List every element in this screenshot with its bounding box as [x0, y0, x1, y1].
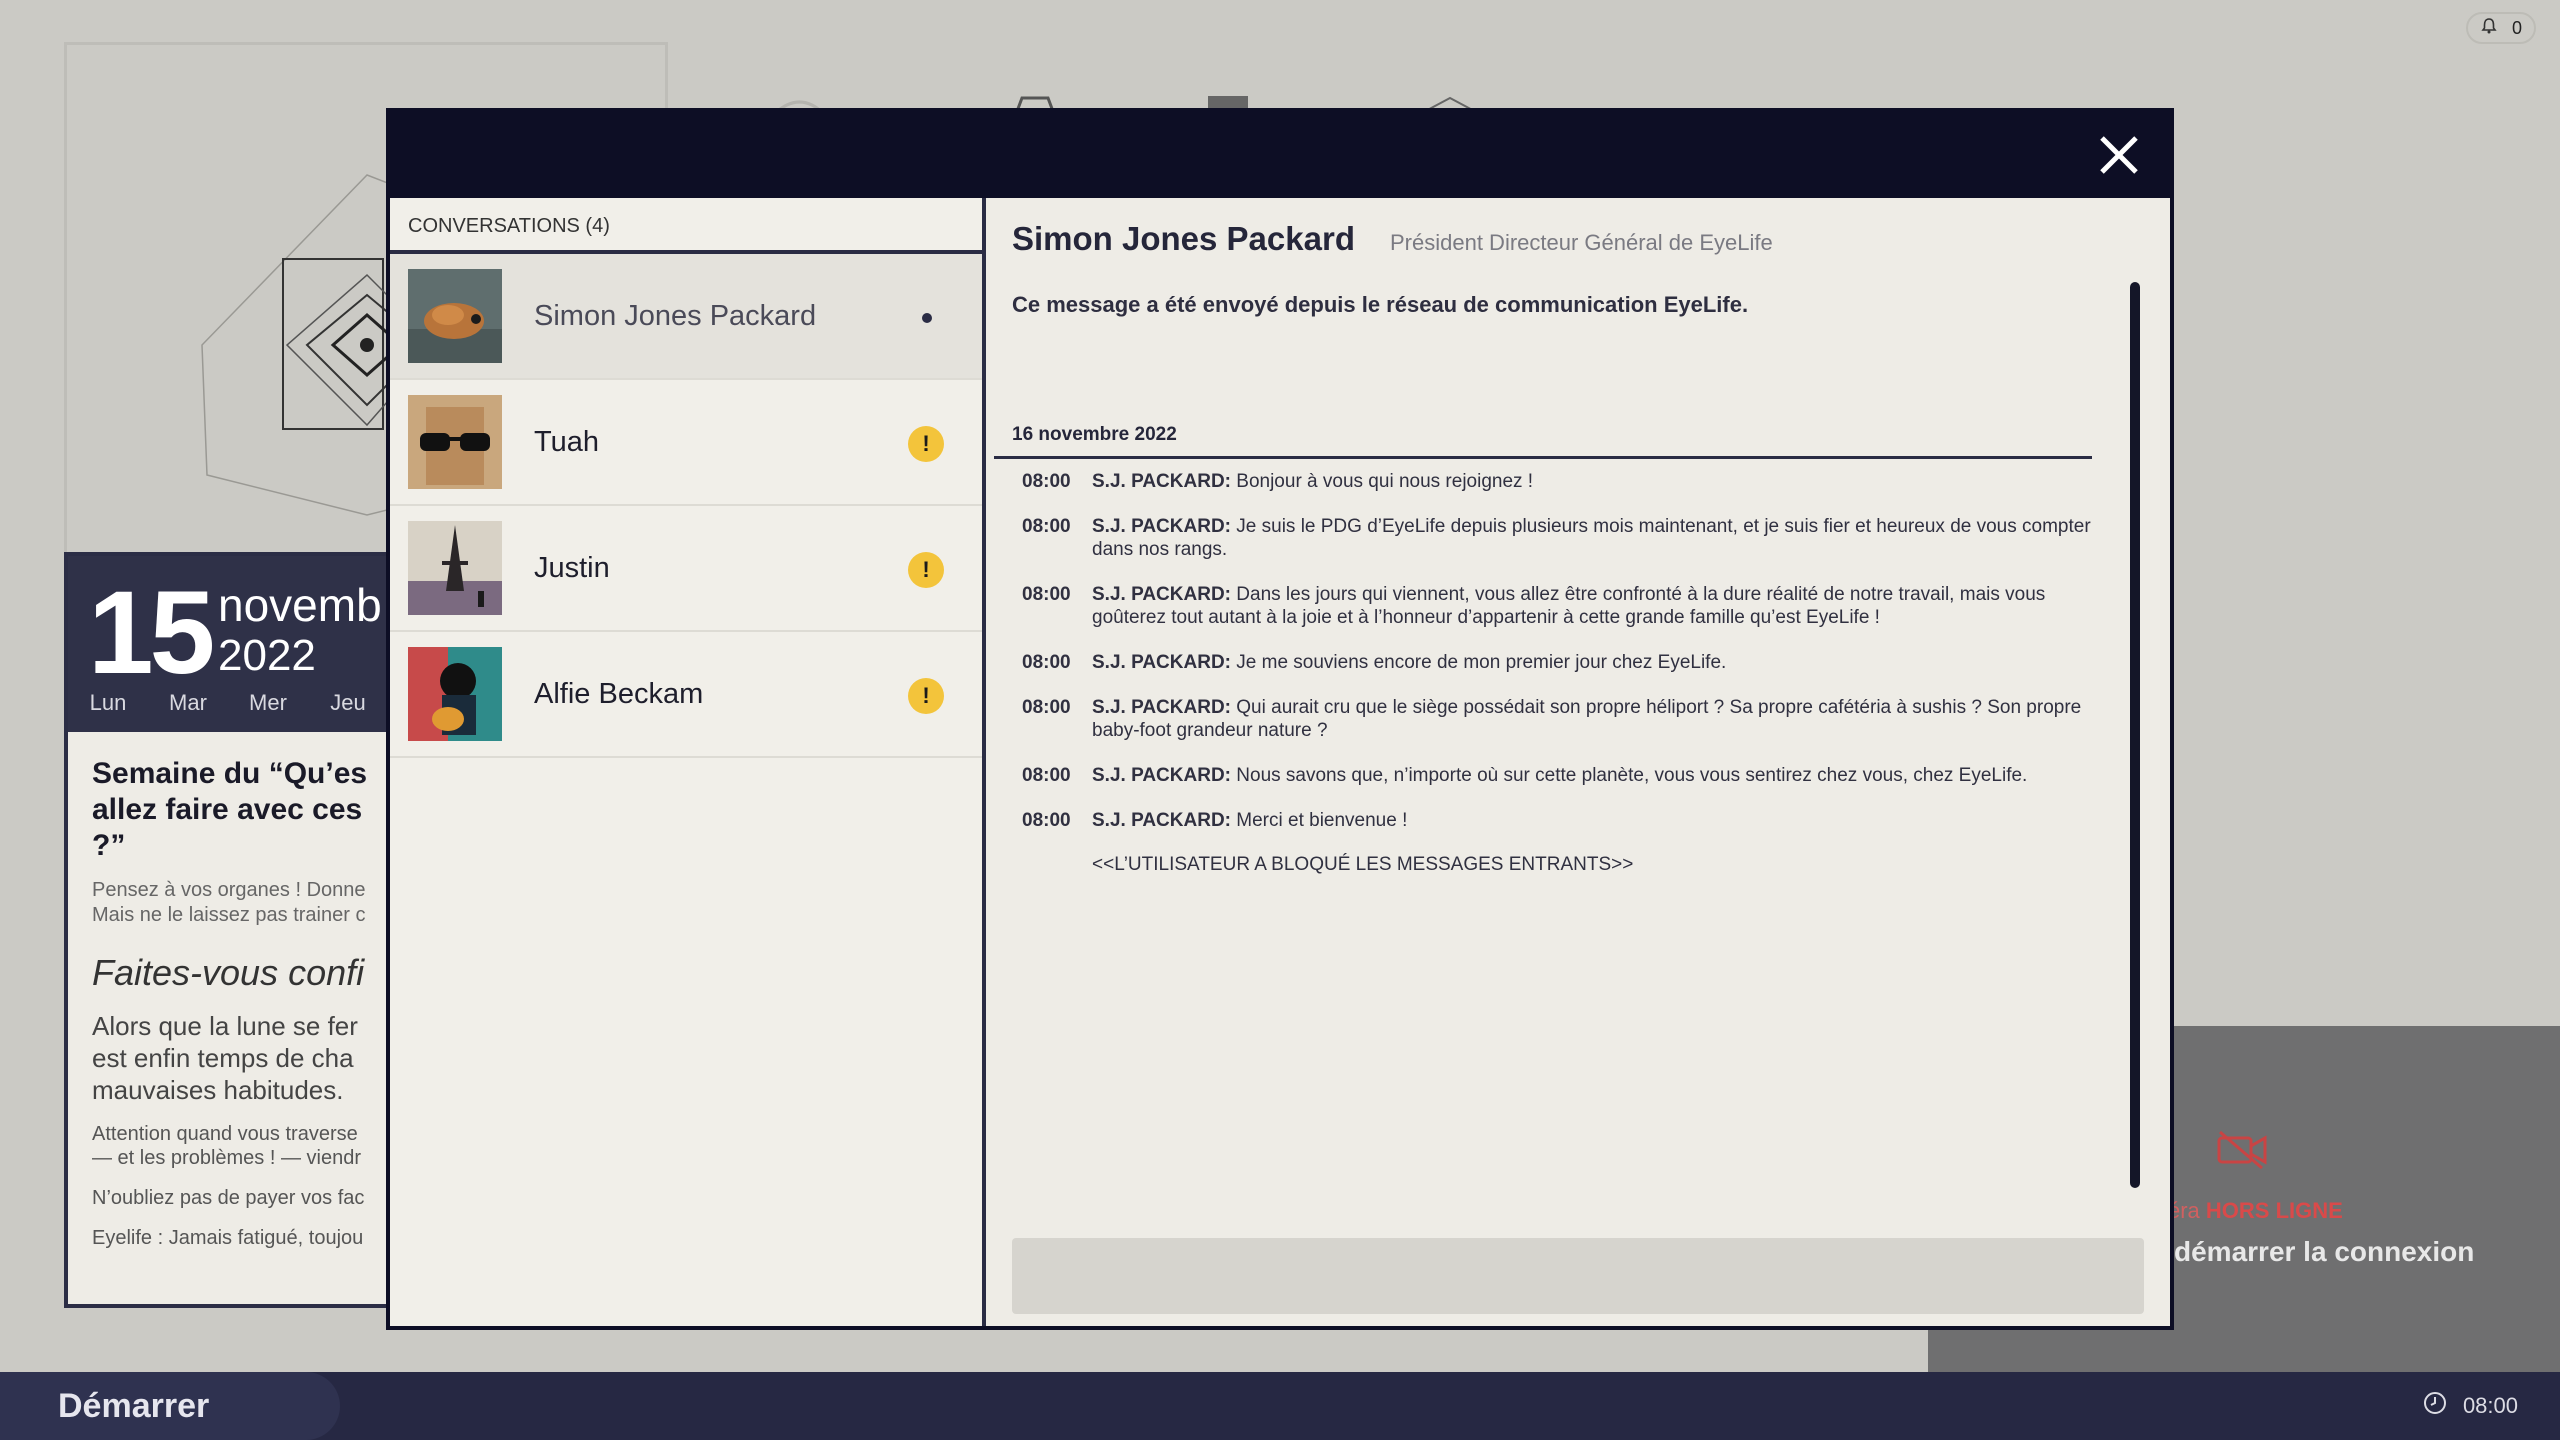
message-author: S.J. PACKARD:: [1092, 516, 1231, 537]
avatar: [408, 395, 502, 489]
message-time: 08:00: [1022, 765, 1071, 786]
message-time: 08:00: [1022, 584, 1071, 605]
conversation-item-justin[interactable]: Justin !: [390, 506, 982, 632]
conversation-list: CONVERSATIONS (4) Simon Jones Packard Tu…: [390, 198, 986, 1326]
calendar-weekdays: Lun Mar Mer Jeu: [68, 690, 388, 716]
message-time: 08:00: [1022, 516, 1071, 537]
message-time: 08:00: [1022, 810, 1071, 831]
conversation-name: Justin: [534, 551, 610, 584]
unread-alert-badge: !: [908, 678, 944, 714]
camera-status: éra HORS LIGNE: [2168, 1198, 2343, 1223]
chat-panel: Simon Jones Packard Président Directeur …: [990, 198, 2170, 1326]
conversation-list-header: CONVERSATIONS (4): [390, 198, 982, 254]
message-body: S.J. PACKARD: Bonjour à vous qui nous re…: [1092, 470, 2092, 493]
message-author: S.J. PACKARD:: [1092, 697, 1231, 718]
message: 08:00 S.J. PACKARD: Qui aurait cru que l…: [1022, 696, 2092, 742]
calendar-header: 15 novemb 2022 Lun Mar Mer Jeu: [68, 556, 400, 732]
contact-name: Simon Jones Packard: [1012, 220, 1355, 257]
contact-role: Président Directeur Général de EyeLife: [1390, 230, 1773, 255]
avatar: [408, 269, 502, 363]
message-text: Je suis le PDG d’EyeLife depuis plusieur…: [1092, 516, 2091, 560]
calendar-note: Attention quand vous traverse — et les p…: [92, 1123, 361, 1169]
taskbar-clock: 08:00: [2423, 1372, 2518, 1440]
close-icon: [2100, 136, 2138, 174]
calendar-paragraph: Alors que la lune se fer est enfin temps…: [92, 1011, 358, 1105]
network-note: Ce message a été envoyé depuis le réseau…: [1012, 292, 1749, 317]
close-button[interactable]: [2096, 132, 2142, 178]
clock-time: 08:00: [2462, 1393, 2518, 1418]
weekday: Lun: [89, 690, 127, 715]
notification-count: 0: [2511, 17, 2522, 38]
message: 08:00 S.J. PACKARD: Je me souviens encor…: [1022, 651, 2092, 674]
bell-icon: [2480, 17, 2498, 40]
conversation-item-tuah[interactable]: Tuah !: [390, 380, 982, 506]
calendar-content: Semaine du “Qu’es allez faire avec ces ?…: [68, 732, 400, 1274]
calendar-article-subtitle: Pensez à vos organes ! Donne Mais ne le …: [92, 879, 366, 926]
conversation-name: Simon Jones Packard: [534, 299, 817, 332]
start-connection-link[interactable]: démarrer la connexion: [2174, 1236, 2474, 1268]
date-separator: 16 novembre 2022: [1012, 424, 1177, 445]
messenger-window: CONVERSATIONS (4) Simon Jones Packard Tu…: [386, 108, 2174, 1330]
unread-alert-badge: !: [908, 552, 944, 588]
message: 08:00 S.J. PACKARD: Nous savons que, n’i…: [1022, 764, 2092, 787]
calendar-note: N’oubliez pas de payer vos fac: [92, 1187, 365, 1209]
avatar: [408, 521, 502, 615]
message-body: S.J. PACKARD: Merci et bienvenue !: [1092, 809, 2092, 832]
clock-icon: [2423, 1391, 2447, 1421]
conversation-name: Tuah: [534, 425, 600, 458]
message-author: S.J. PACKARD:: [1092, 765, 1231, 786]
conversation-item-simon[interactable]: Simon Jones Packard: [390, 254, 982, 380]
message-body: S.J. PACKARD: Nous savons que, n’importe…: [1092, 764, 2092, 787]
start-button[interactable]: Démarrer: [0, 1372, 340, 1440]
message-text: Je me souviens encore de mon premier jou…: [1236, 652, 1727, 673]
camera-off-icon: [2216, 1130, 2268, 1175]
calendar-note: Eyelife : Jamais fatigué, toujou: [92, 1227, 364, 1249]
message-time: 08:00: [1022, 652, 1071, 673]
message-body: S.J. PACKARD: Je me souviens encore de m…: [1092, 651, 2092, 674]
weekday: Jeu: [330, 690, 366, 715]
message-text: Nous savons que, n’importe où sur cette …: [1236, 765, 2028, 786]
taskbar: Démarrer 08:00: [0, 1372, 2560, 1440]
unread-alert-badge: !: [908, 426, 944, 462]
message-author: S.J. PACKARD:: [1092, 652, 1231, 673]
message-time: 08:00: [1022, 697, 1071, 718]
calendar-widget: 15 novemb 2022 Lun Mar Mer Jeu Semaine d…: [64, 552, 404, 1308]
message-list: 08:00 S.J. PACKARD: Bonjour à vous qui n…: [1022, 470, 2092, 876]
message-body: S.J. PACKARD: Dans les jours qui viennen…: [1092, 583, 2092, 629]
calendar-italic-heading: Faites-vous confi: [92, 952, 365, 993]
message: 08:00 S.J. PACKARD: Merci et bienvenue !: [1022, 809, 2092, 832]
message-text: Dans les jours qui viennent, vous allez …: [1092, 584, 2046, 628]
message: 08:00 S.J. PACKARD: Dans les jours qui v…: [1022, 583, 2092, 629]
read-indicator: [922, 313, 932, 323]
calendar-article-title: Semaine du “Qu’es allez faire avec ces ?…: [92, 757, 368, 862]
calendar-day: 15: [88, 567, 215, 699]
message-text: Qui aurait cru que le siège possédait so…: [1092, 697, 2082, 741]
message-author: S.J. PACKARD:: [1092, 471, 1231, 492]
message-body: S.J. PACKARD: Je suis le PDG d’EyeLife d…: [1092, 515, 2092, 561]
window-titlebar: [390, 112, 2170, 198]
calendar-year: 2022: [218, 631, 316, 680]
weekday: Mer: [249, 690, 287, 715]
message-text: Bonjour à vous qui nous rejoignez !: [1236, 471, 1534, 492]
calendar-month: novemb: [218, 579, 382, 631]
message-text: Merci et bienvenue !: [1236, 810, 1408, 831]
date-divider: [994, 456, 2092, 459]
notification-counter[interactable]: 0: [2465, 12, 2536, 44]
weekday: Mar: [169, 690, 207, 715]
chat-scrollbar[interactable]: [2130, 282, 2140, 1188]
message-author: S.J. PACKARD:: [1092, 584, 1231, 605]
message: 08:00 S.J. PACKARD: Bonjour à vous qui n…: [1022, 470, 2092, 493]
message-time: 08:00: [1022, 471, 1071, 492]
avatar: [408, 647, 502, 741]
message: 08:00 S.J. PACKARD: Je suis le PDG d’Eye…: [1022, 515, 2092, 561]
message-input[interactable]: [1012, 1238, 2144, 1314]
message-body: S.J. PACKARD: Qui aurait cru que le sièg…: [1092, 696, 2092, 742]
conversation-item-alfie[interactable]: Alfie Beckam !: [390, 632, 982, 758]
blocked-notice: <<L’UTILISATEUR A BLOQUÉ LES MESSAGES EN…: [1092, 854, 1634, 875]
message-author: S.J. PACKARD:: [1092, 810, 1231, 831]
conversation-name: Alfie Beckam: [534, 677, 704, 710]
